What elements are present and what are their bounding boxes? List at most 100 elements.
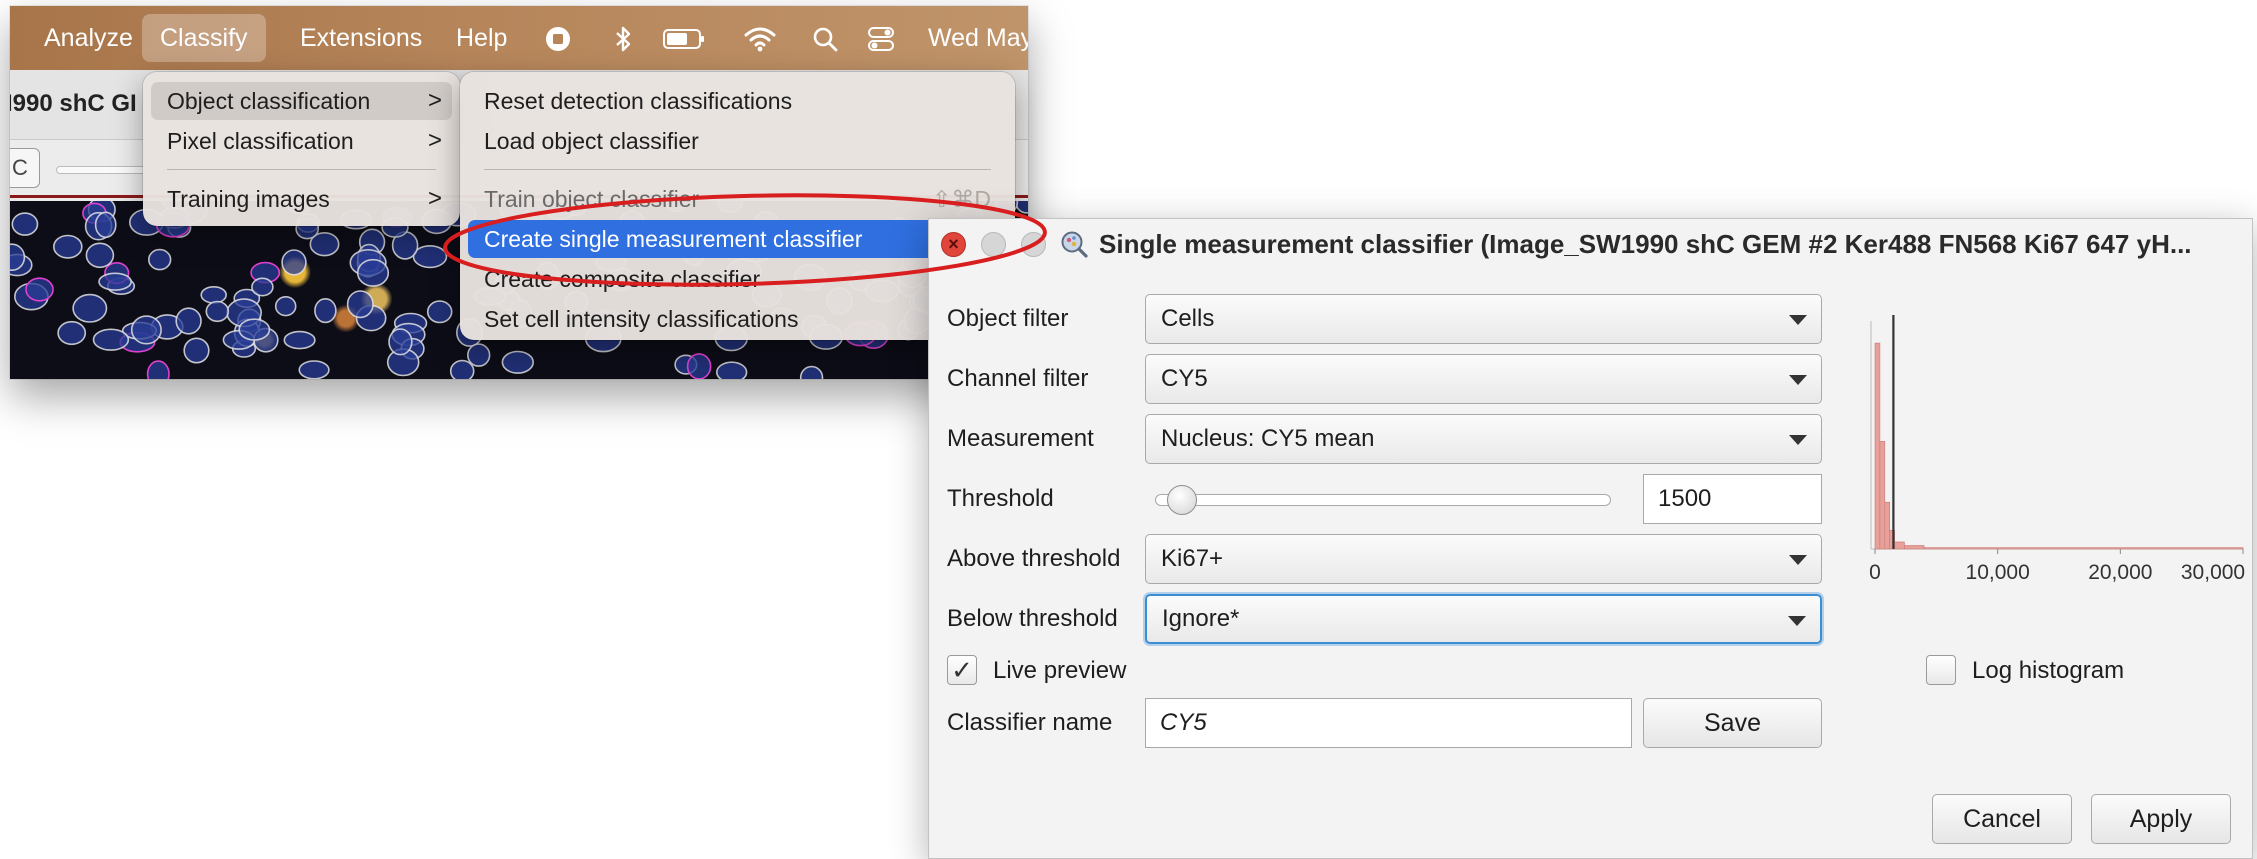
cell-outline [183,337,210,364]
menu-item-label: Object classification [167,88,371,114]
cell-outline [686,353,712,379]
cell-outline [346,290,374,319]
cell-outline [175,307,202,335]
threshold-slider-thumb[interactable] [1167,485,1197,515]
cell-outline [52,234,83,259]
single-measurement-classifier-dialog: × Single measurement classifier (Image_S… [928,218,2253,859]
menu-analyze[interactable]: Analyze [26,14,151,62]
menu-item-label: Pixel classification [167,128,354,154]
cell-outline [716,361,748,379]
classifier-name-label: Classifier name [947,709,1113,736]
below-threshold-dropdown[interactable]: Ignore* [1145,594,1822,644]
threshold-slider-track[interactable] [1155,494,1611,506]
chevron-right-icon: > [427,87,442,114]
below-threshold-label: Below threshold [947,605,1118,632]
cell-outline [799,365,824,379]
cell-outline [205,300,230,323]
minimize-button[interactable] [981,232,1006,257]
histogram-bar [1904,545,1925,550]
classify-menu: Object classification > Pixel classifica… [143,72,460,226]
above-threshold-value: Ki67+ [1161,545,1224,572]
menubar-clock[interactable]: Wed May [928,14,1028,62]
cell-outline [85,242,115,269]
menu-item-create-single-measurement-classifier[interactable]: Create single measurement classifier [468,220,1007,258]
cell-outline [501,350,534,374]
log-histogram-checkbox[interactable] [1926,655,1956,685]
cell-outline [92,328,130,351]
above-threshold-label: Above threshold [947,545,1121,572]
dialog-title: Single measurement classifier (Image_SW1… [1099,229,2192,259]
classifier-name-input[interactable]: CY5 [1145,698,1632,748]
cell-outline [72,293,108,323]
close-icon[interactable]: × [941,232,966,257]
battery-icon[interactable] [662,24,706,54]
cell-outline [388,328,413,356]
threshold-input[interactable]: 1500 [1643,474,1822,524]
cell-outline [356,258,390,287]
log-histogram-label[interactable]: Log histogram [1972,657,2124,685]
cell-outline [251,277,274,297]
histogram-tick-label: 20,000 [2088,561,2152,584]
menu-item-create-composite-classifier[interactable]: Create composite classifier [468,260,1007,298]
menu-item-set-cell-intensity-classifications[interactable]: Set cell intensity classifications [468,300,1007,338]
menu-item-reset-detection-classifications[interactable]: Reset detection classifications [468,82,1007,120]
cell-outline [130,315,162,345]
menu-extensions[interactable]: Extensions [282,14,440,62]
channel-filter-value: CY5 [1161,365,1208,392]
cell-outline [314,297,337,324]
cell-outline [94,211,117,239]
histogram-tick-label: 0 [1869,561,1881,584]
cell-outline [25,277,54,302]
live-preview-label[interactable]: Live preview [993,657,1126,685]
record-icon[interactable] [543,24,573,54]
cell-outline [238,318,271,341]
histogram-tick-label: 10,000 [1966,561,2030,584]
toolbar-button[interactable]: C [10,148,40,188]
checkmark-icon: ✓ [951,655,973,685]
threshold-label: Threshold [947,485,1054,512]
image-window-title: I990 shC GI [10,90,137,117]
cell-outline [146,360,170,379]
object-filter-dropdown[interactable]: Cells [1145,294,1822,344]
chevron-right-icon: > [427,127,442,154]
cell-outline [467,343,491,367]
histogram-bar [1874,342,1881,550]
live-preview-checkbox[interactable]: ✓ [947,655,977,685]
menu-item-pixel-classification[interactable]: Pixel classification > [151,122,452,160]
cell-outline [426,300,453,324]
measurement-histogram: 0 10,000 20,000 30,000 [1869,315,2245,584]
dialog-titlebar[interactable]: × Single measurement classifier (Image_S… [929,219,2252,269]
dropdown-arrow-icon [1789,435,1807,445]
cell-outline [298,360,330,379]
menu-separator [484,169,991,170]
histogram-bar [1923,547,2244,550]
wifi-icon[interactable] [743,24,777,54]
save-button[interactable]: Save [1643,698,1822,748]
cancel-button[interactable]: Cancel [1932,794,2072,844]
channel-filter-dropdown[interactable]: CY5 [1145,354,1822,404]
apply-button[interactable]: Apply [2091,794,2231,844]
cell-outline [283,330,316,350]
menu-classify[interactable]: Classify [142,14,266,62]
dropdown-arrow-icon [1789,375,1807,385]
chevron-right-icon: > [427,185,442,212]
menu-item-label: Train object classifier [484,186,700,212]
menu-item-object-classification[interactable]: Object classification > [151,82,452,120]
menu-item-training-images[interactable]: Training images > [151,180,452,218]
cell-outline [148,248,172,271]
histogram-tick-label: 30,000 [2181,561,2245,584]
menu-item-train-object-classifier[interactable]: Train object classifier ⇧⌘D [468,180,1007,218]
bluetooth-icon[interactable] [608,24,638,54]
maximize-button[interactable] [1021,232,1046,257]
measurement-dropdown[interactable]: Nucleus: CY5 mean [1145,414,1822,464]
histogram-bar [1894,541,1905,550]
object-filter-label: Object filter [947,305,1069,332]
cell-outline [200,286,227,304]
cell-outline [412,244,448,269]
measurement-label: Measurement [947,425,1094,452]
menu-help[interactable]: Help [438,14,525,62]
menu-item-load-object-classifier[interactable]: Load object classifier [468,122,1007,160]
above-threshold-dropdown[interactable]: Ki67+ [1145,534,1822,584]
search-icon[interactable] [810,24,840,54]
control-center-icon[interactable] [866,24,896,54]
